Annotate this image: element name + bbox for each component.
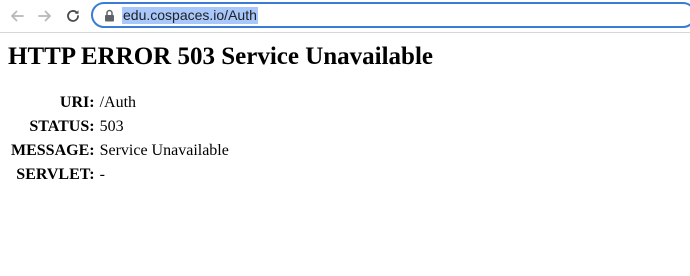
url-text[interactable]: edu.cospaces.io/Auth	[122, 7, 258, 24]
message-label: MESSAGE:	[11, 142, 95, 159]
table-row: URI: /Auth	[10, 92, 233, 114]
back-button[interactable]	[6, 5, 28, 27]
error-details-table: URI: /Auth STATUS: 503 MESSAGE: Service …	[8, 90, 235, 188]
page-title: HTTP ERROR 503 Service Unavailable	[8, 43, 433, 70]
uri-value: /Auth	[99, 94, 137, 111]
lock-icon[interactable]	[104, 9, 115, 27]
arrow-right-icon	[37, 8, 53, 24]
address-bar[interactable]: edu.cospaces.io/Auth	[91, 2, 690, 28]
table-row: SERVLET: -	[10, 164, 233, 186]
servlet-label: SERVLET:	[16, 166, 95, 183]
forward-button[interactable]	[34, 5, 56, 27]
servlet-value: -	[99, 166, 105, 183]
arrow-left-icon	[9, 8, 25, 24]
reload-button[interactable]	[62, 5, 84, 27]
browser-toolbar: edu.cospaces.io/Auth	[0, 0, 690, 33]
uri-label: URI:	[59, 94, 95, 111]
message-value: Service Unavailable	[99, 142, 229, 159]
status-value: 503	[99, 118, 124, 135]
reload-icon	[65, 8, 81, 24]
status-label: STATUS:	[29, 118, 95, 135]
page-content: HTTP ERROR 503 Service Unavailable URI: …	[0, 33, 690, 276]
table-row: STATUS: 503	[10, 116, 233, 138]
table-row: MESSAGE: Service Unavailable	[10, 140, 233, 162]
